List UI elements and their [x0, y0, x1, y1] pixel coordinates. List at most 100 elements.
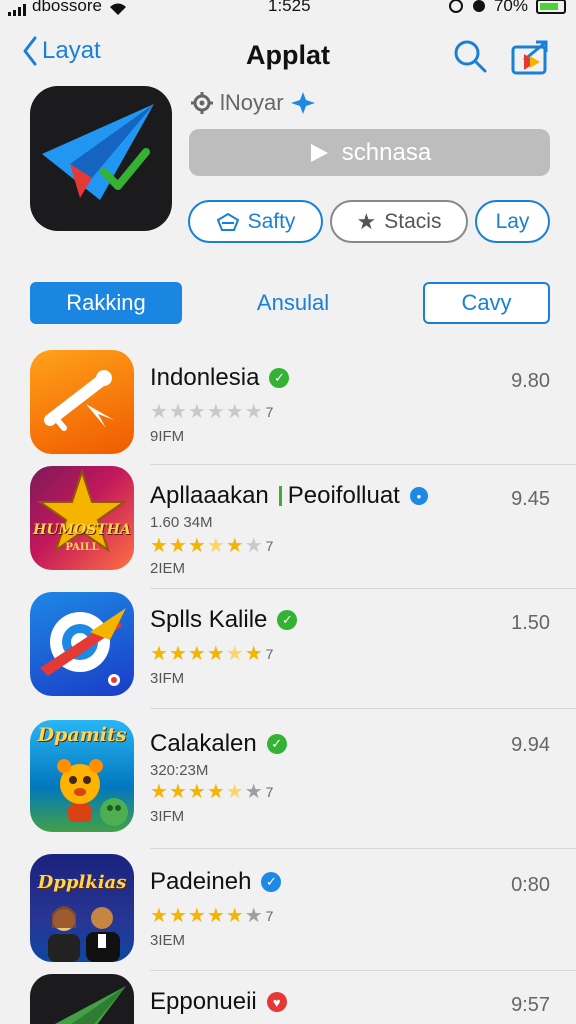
star-icon: ★ — [225, 781, 244, 803]
status-time: 1:525 — [268, 0, 311, 15]
app-score: 9.94 — [511, 734, 550, 756]
app-name-row: Indonlesia ✓ — [150, 364, 290, 392]
app-icon: Dpplkias — [30, 854, 134, 962]
carrier-label: dbossore — [32, 0, 102, 15]
tab-cavy[interactable]: Cavy — [423, 282, 550, 324]
star-icon: ★ — [168, 905, 187, 927]
app-score: 9.80 — [511, 370, 550, 392]
app-score: 9.45 — [511, 488, 550, 510]
star-icon: ★ — [244, 535, 263, 557]
verified-check-icon: ✓ — [277, 610, 298, 630]
list-item[interactable]: Dpamits Calakalen ✓ 9.94 320:23M ★ ★ ★ ★ ★ ★ … — [0, 716, 576, 836]
share-button[interactable] — [510, 38, 550, 81]
divider — [150, 970, 576, 971]
star-icon: ★ — [225, 643, 244, 665]
safety-pill[interactable]: Safty — [188, 200, 323, 243]
stats-pill[interactable]: ★ Stacis — [330, 200, 468, 243]
app-name-row: Calakalen ✓ — [150, 730, 287, 758]
back-label: Layat — [42, 37, 101, 64]
star-icon: ★ — [206, 905, 225, 927]
app-name: Padeineh — [150, 868, 252, 895]
star-icon: ★ — [206, 781, 225, 803]
star-icon: ★ — [168, 643, 187, 665]
star-icon: ★ — [168, 535, 187, 557]
developer-name: lNoyar — [220, 90, 284, 115]
list-item[interactable]: HUMOSTHA PAILL Apllaaakan Peoifolluat • … — [0, 466, 576, 586]
star-icon: ★ — [150, 781, 168, 803]
star-icon: ★ — [187, 781, 206, 803]
hero-app-icon — [30, 86, 172, 231]
app-score: 0:80 — [511, 874, 550, 896]
app-size: 3IFM — [150, 670, 185, 687]
developer-row[interactable]: lNoyar — [190, 90, 316, 116]
lay-pill[interactable]: Lay — [475, 200, 550, 243]
star-icon: ★ — [168, 781, 187, 803]
app-icon: HUMOSTHA PAILL — [30, 466, 134, 570]
star-icon: ★ — [225, 401, 244, 423]
list-item[interactable]: Splls Kalile ✓ 1.50 ★ ★ ★ ★ ★ ★ 7 3IFM — [0, 590, 576, 710]
nav-bar: Layat Applat — [0, 36, 576, 76]
review-count: 7 — [265, 908, 274, 924]
rating-stars: ★ ★ ★ ★ ★ ★ 7 — [150, 644, 273, 664]
star-icon: ★ — [187, 535, 206, 557]
get-button[interactable]: schnasa — [189, 129, 550, 176]
star-icon: ★ — [206, 535, 225, 557]
status-right: 70% — [448, 0, 566, 16]
tag-icon — [216, 212, 239, 231]
star-icon: ★ — [187, 643, 206, 665]
alarm-icon — [472, 0, 485, 12]
satellite-icon — [44, 370, 114, 431]
star-icon: ★ — [150, 535, 168, 557]
icon-text: HUMOSTHA — [33, 522, 131, 538]
app-subtitle: 1.60 34M — [150, 514, 213, 531]
app-icon — [30, 350, 134, 454]
app-name: Calakalen — [150, 730, 257, 757]
app-size: 2IEM — [150, 560, 186, 577]
search-button[interactable] — [452, 38, 488, 79]
tab-ranking[interactable]: Rakking — [30, 282, 182, 324]
star-icon: ★ — [206, 643, 225, 665]
divider — [150, 848, 576, 849]
verified-check-icon: ✓ — [266, 734, 287, 754]
sparkle-icon — [290, 92, 315, 114]
app-name-row: Splls Kalile ✓ — [150, 606, 298, 634]
bear-character-icon — [57, 759, 128, 826]
rating-stars: ★ ★ ★ ★ ★ ★ 7 — [150, 906, 273, 926]
lay-pill-label: Lay — [495, 209, 530, 233]
star-icon: ★ — [244, 401, 263, 423]
list-item[interactable]: Indonlesia ✓ 9.80 ★ ★ ★ ★ ★ ★ 7 9IFM — [0, 348, 576, 468]
star-icon: ★ — [187, 905, 206, 927]
rating-stars: ★ ★ ★ ★ ★ ★ 7 — [150, 782, 273, 802]
app-name-row: Padeineh ✓ — [150, 868, 282, 896]
review-count: 7 — [265, 404, 274, 420]
review-count: 7 — [265, 646, 274, 662]
app-size: 3IFM — [150, 808, 185, 825]
icon-subtext: PAILL — [65, 542, 99, 553]
verified-check-icon: ✓ — [261, 872, 282, 892]
app-name-secondary: Peoifolluat — [287, 482, 400, 509]
app-icon: Dpamits — [30, 720, 134, 832]
tab-ansulal[interactable]: Ansulal — [222, 282, 364, 324]
back-button[interactable]: Layat — [22, 36, 101, 66]
star-icon: ★ — [225, 905, 244, 927]
rating-stars: ★ ★ ★ ★ ★ ★ 7 — [150, 536, 273, 556]
list-item[interactable]: Epponueii ♥ 9:57 — [0, 972, 576, 1024]
app-size: 3IEM — [150, 932, 186, 949]
gear-icon — [191, 92, 213, 114]
app-icon — [30, 974, 134, 1024]
divider — [150, 464, 576, 465]
share-icon — [511, 40, 548, 75]
search-icon — [454, 40, 487, 73]
stats-pill-label: Stacis — [384, 209, 442, 233]
chevron-left-icon — [23, 36, 37, 66]
battery-icon — [536, 0, 566, 14]
star-icon: ★ — [244, 781, 263, 803]
star-emblem-icon — [36, 468, 128, 553]
list-item[interactable]: Dpplkias Padeineh ✓ 0:80 ★ ★ ★ ★ ★ ★ 7 3IEM — [0, 852, 576, 972]
heart-icon: ♥ — [266, 992, 287, 1012]
app-icon — [30, 592, 134, 696]
app-name: Splls Kalile — [150, 606, 268, 633]
star-icon: ★ — [244, 643, 263, 665]
battery-percent: 70% — [493, 0, 528, 15]
review-count: 7 — [265, 538, 274, 554]
